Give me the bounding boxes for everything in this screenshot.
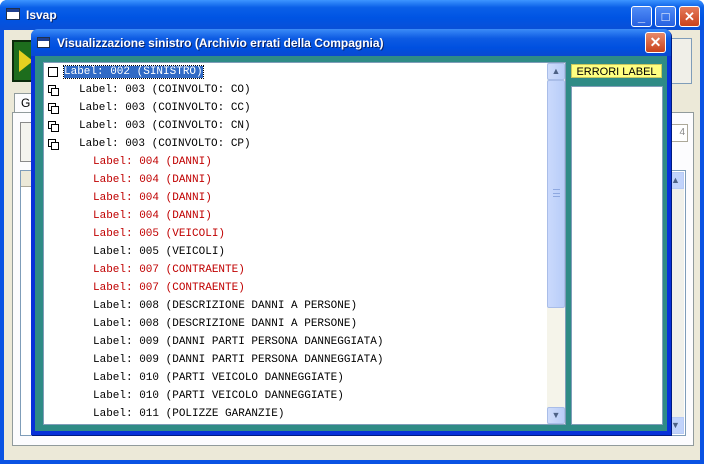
tree-item-label: Label: 003 (COINVOLTO: CN) [79, 120, 251, 132]
tree-item-label: Label: 004 (DANNI) [93, 192, 212, 204]
tree-item[interactable]: Label: 003 (COINVOLTO: CN) [79, 118, 251, 134]
tree-item-label: Label: 009 (DANNI PARTI PERSONA DANNEGGI… [93, 354, 384, 366]
tree-item-label: Label: 010 (PARTI VEICOLO DANNEGGIATE) [93, 372, 344, 384]
tree-item[interactable]: Label: 007 (CONTRAENTE) [93, 262, 245, 278]
errors-list[interactable] [571, 86, 663, 425]
tree-item-label: Label: 009 (DANNI PARTI PERSONA DANNEGGI… [93, 336, 384, 348]
background-field[interactable]: 4 [670, 124, 688, 142]
tree-item[interactable]: Label: 004 (DANNI) [93, 154, 212, 170]
tree-expand-icon[interactable] [48, 139, 59, 150]
tree-item[interactable]: Label: 004 (DANNI) [93, 172, 212, 188]
tree-item[interactable]: Label: 010 (PARTI VEICOLO DANNEGGIATE) [93, 370, 344, 386]
tree-item[interactable]: Label: 007 (CONTRAENTE) [93, 280, 245, 296]
tree-item-label: Label: 008 (DESCRIZIONE DANNI A PERSONE) [93, 300, 358, 312]
tree-item-label: Label: 008 (DESCRIZIONE DANNI A PERSONE) [93, 318, 358, 330]
tree-item[interactable]: Label: 003 (COINVOLTO: CO) [79, 82, 251, 98]
scroll-up-button[interactable]: ▲ [547, 63, 565, 80]
dialog-close-button[interactable]: ✕ [645, 32, 666, 53]
tree-item[interactable]: Label: 004 (DANNI) [93, 190, 212, 206]
tree-item[interactable]: Label: 003 (COINVOLTO: CP) [79, 136, 251, 152]
scroll-down-button[interactable]: ▼ [547, 407, 565, 424]
label-tree-view[interactable]: Label: 002 (SINISTRO) Label: 003 (COINVOL… [43, 62, 566, 425]
minimize-button[interactable]: _ [631, 6, 652, 27]
tree-item-label: Label: 004 (DANNI) [93, 210, 212, 222]
tree-scrollbar[interactable]: ▲ ▼ [547, 63, 565, 424]
tree-item-label: Label: 010 (PARTI VEICOLO DANNEGGIATE) [93, 390, 344, 402]
tree-item-label: Label: 003 (COINVOLTO: CC) [79, 102, 251, 114]
tree-item-label: Label: 005 (VEICOLI) [93, 228, 226, 240]
tree-item-label: Label: 005 (VEICOLI) [93, 246, 226, 258]
dialog-title: Visualizzazione sinistro (Archivio errat… [57, 36, 384, 50]
tree-item-label: Label: 003 (COINVOLTO: CP) [79, 138, 251, 150]
tree-item-label: Label: 004 (DANNI) [93, 174, 212, 186]
dialog-client-area: Label: 002 (SINISTRO) Label: 003 (COINVOL… [35, 56, 667, 431]
tree-expand-icon[interactable] [48, 103, 59, 114]
sinistro-dialog: Visualizzazione sinistro (Archivio errat… [31, 29, 671, 435]
tree-item-label: Label: 007 (CONTRAENTE) [93, 282, 245, 294]
main-title-bar[interactable]: Isvap _ □ ✕ [0, 0, 704, 30]
tree-item[interactable]: Label: 009 (DANNI PARTI PERSONA DANNEGGI… [93, 352, 383, 368]
tree-item-label: Label: 003 (COINVOLTO: CO) [79, 84, 251, 96]
grip-icon [553, 189, 560, 197]
tree-item[interactable]: Label: 008 (DESCRIZIONE DANNI A PERSONE) [93, 316, 357, 332]
window-icon [6, 8, 20, 20]
tree-item[interactable]: Label: 002 (SINISTRO) [63, 64, 204, 80]
maximize-button[interactable]: □ [655, 6, 676, 27]
tree-item[interactable]: Label: 010 (PARTI VEICOLO DANNEGGIATE) [93, 388, 344, 404]
tree-item[interactable]: Label: 009 (DANNI PARTI PERSONA DANNEGGI… [93, 334, 383, 350]
tree-node-box-icon[interactable] [48, 67, 58, 77]
errors-label-header: ERRORI LABEL [571, 64, 662, 78]
tree-item[interactable]: Label: 005 (VEICOLI) [93, 226, 225, 242]
tree-expand-icon[interactable] [48, 121, 59, 132]
tree-item[interactable]: Label: 005 (VEICOLI) [93, 244, 225, 260]
dialog-window-icon [37, 37, 50, 48]
tree-item-label: Label: 004 (DANNI) [93, 156, 212, 168]
tree-item[interactable]: Label: 003 (COINVOLTO: CC) [79, 100, 251, 116]
scroll-thumb[interactable] [547, 80, 565, 308]
tree-item[interactable]: Label: 004 (DANNI) [93, 208, 212, 224]
tree-item[interactable]: Label: 011 (POLIZZE GARANZIE) [93, 406, 284, 422]
tree-rows: Label: 002 (SINISTRO) Label: 003 (COINVOL… [44, 63, 547, 424]
tree-item-label: Label: 011 (POLIZZE GARANZIE) [93, 408, 285, 420]
tree-expand-icon[interactable] [48, 85, 59, 96]
main-window-title: Isvap [26, 8, 57, 22]
tree-item-label: Label: 007 (CONTRAENTE) [93, 264, 245, 276]
tree-item[interactable]: Label: 008 (DESCRIZIONE DANNI A PERSONE) [93, 298, 357, 314]
main-close-button[interactable]: ✕ [679, 6, 700, 27]
dialog-title-bar[interactable]: Visualizzazione sinistro (Archivio errat… [31, 29, 671, 56]
tree-item-label: Label: 002 (SINISTRO) [63, 65, 204, 79]
